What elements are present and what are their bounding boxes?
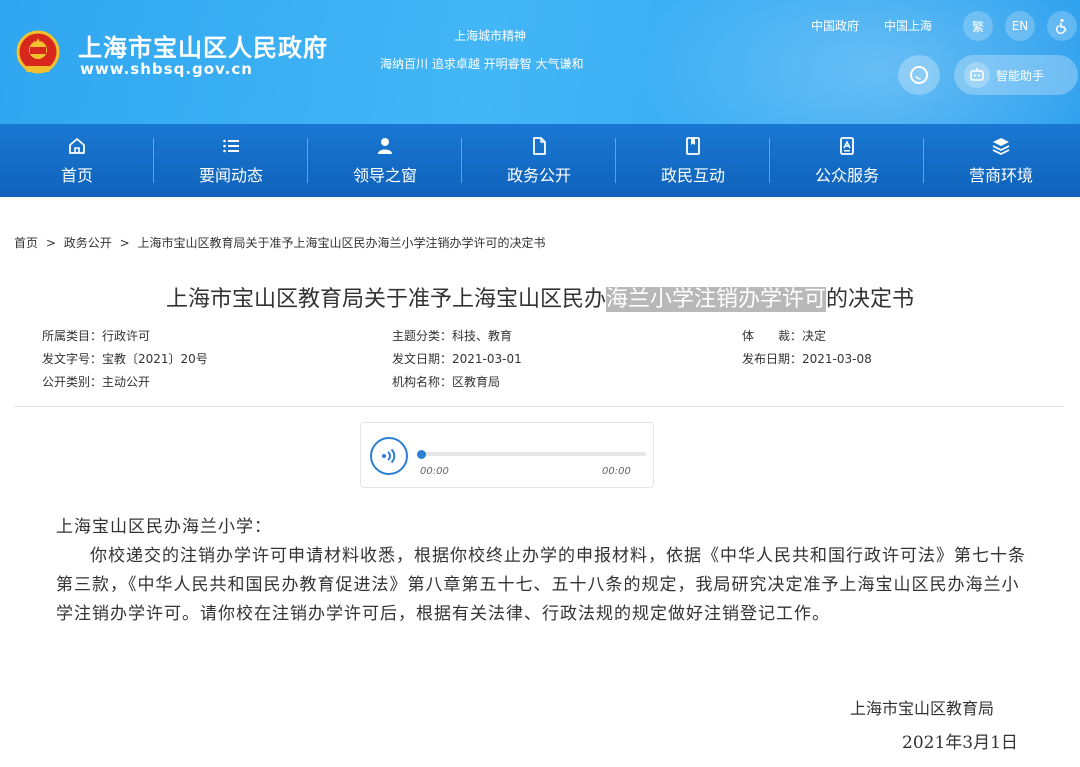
breadcrumb: 首页 > 政务公开 > 上海市宝山区教育局关于准予上海宝山区民办海兰小学注销办学… [14, 234, 549, 251]
layers-icon [992, 137, 1010, 155]
audio-progress-handle[interactable] [417, 450, 426, 459]
accessibility-icon [1055, 18, 1067, 34]
divider [14, 406, 1064, 407]
nav-item-home[interactable]: 首页 [0, 124, 154, 197]
nav-label: 公众服务 [814, 165, 879, 185]
breadcrumb-sep: > [119, 236, 130, 250]
meta-category: 所属类目：行政许可 [42, 329, 151, 343]
traditional-chinese-button[interactable]: 繁 [963, 11, 993, 41]
sound-wave-icon [382, 448, 396, 464]
breadcrumb-home[interactable]: 首页 [14, 236, 38, 250]
smart-assistant-label: 智能助手 [996, 68, 1045, 83]
breadcrumb-current: 上海市宝山区教育局关于准予上海宝山区民办海兰小学注销办学许可的决定书 [137, 236, 546, 250]
link-shanghai-gov[interactable]: 中国上海 [884, 17, 932, 34]
meta-topic: 主题分类：科技、教育 [392, 329, 513, 343]
title-part: 上海市宝山区教育局关于准予上海宝山区民办 [165, 287, 606, 312]
document-icon [533, 136, 546, 155]
meta-doc-no: 发文字号：宝教〔2021〕20号 [42, 352, 208, 366]
meta-open-type: 公开类别：主动公开 [42, 375, 151, 389]
national-emblem-icon [16, 30, 60, 74]
nav-item-news[interactable]: 要闻动态 [154, 124, 308, 197]
accessibility-button[interactable] [1047, 11, 1077, 41]
audio-total-time: 00:00 [602, 466, 631, 477]
title-part: 的决定书 [826, 287, 915, 312]
title-highlight: 海兰小学注销办学许可 [605, 287, 826, 312]
nav-item-business[interactable]: 营商环境 [924, 124, 1078, 197]
meta-issue-date: 发文日期：2021-03-01 [392, 352, 522, 366]
nav-label: 营商环境 [968, 165, 1033, 185]
signature-agency: 上海市宝山区教育局 [850, 699, 995, 718]
nav-item-leaders[interactable]: 领导之窗 [308, 124, 462, 197]
audio-play-button[interactable] [370, 437, 408, 475]
nav-item-public-service[interactable]: 公众服务 [770, 124, 924, 197]
site-name[interactable]: 上海市宝山区人民政府 [78, 28, 328, 63]
home-icon [69, 137, 85, 154]
nav-item-gov-affairs[interactable]: 政务公开 [462, 124, 616, 197]
meta-agency: 机构名称：区教育局 [392, 375, 501, 389]
audio-current-time: 00:00 [420, 466, 449, 477]
document-body: 上海宝山区民办海兰小学： 你校递交的注销办学许可申请材料收悉，根据你校终止办学的… [56, 513, 1031, 629]
breadcrumb-sep: > [45, 236, 56, 250]
city-spirit-title: 上海城市精神 [454, 29, 527, 43]
english-button[interactable]: EN [1005, 11, 1035, 41]
body-paragraph: 你校递交的注销办学许可申请材料收悉，根据你校终止办学的申报材料，依据《中华人民共… [56, 546, 1026, 624]
city-spirit-text: 海纳百川 追求卓越 开明睿智 大气谦和 [380, 57, 584, 71]
meta-genre: 体 裁：决定 [742, 329, 827, 343]
nav-item-interaction[interactable]: 政民互动 [616, 124, 770, 197]
nav-label: 政务公开 [506, 165, 571, 185]
page-title: 上海市宝山区教育局关于准予上海宝山区民办海兰小学注销办学许可的决定书 [0, 281, 1080, 313]
site-header: 上海市宝山区人民政府 www.shbsq.gov.cn 上海城市精神 海纳百川 … [0, 0, 1080, 124]
search-icon [910, 66, 928, 84]
breadcrumb-gov-affairs[interactable]: 政务公开 [64, 236, 112, 250]
link-china-gov[interactable]: 中国政府 [811, 17, 859, 34]
audio-player: 00:00 00:00 [360, 422, 654, 488]
salutation: 上海宝山区民办海兰小学： [56, 517, 272, 537]
main-nav: 首页 要闻动态 领导之窗 政务公开 政民互动 公众服务 营商环境 [0, 124, 1080, 197]
nav-label: 要闻动态 [198, 165, 263, 185]
meta-publish-date: 发布日期：2021-03-08 [742, 352, 872, 366]
list-icon [223, 139, 239, 152]
signature-date: 2021年3月1日 [902, 733, 1018, 753]
service-icon [840, 136, 854, 155]
person-icon [378, 137, 392, 154]
nav-label: 政民互动 [660, 165, 725, 185]
smart-assistant-button[interactable]: 智能助手 [954, 55, 1078, 95]
nav-label: 首页 [60, 165, 93, 185]
bookmark-icon [686, 136, 700, 155]
audio-progress-track[interactable] [420, 452, 646, 456]
nav-label: 领导之窗 [352, 165, 417, 185]
robot-icon [964, 62, 990, 88]
site-url[interactable]: www.shbsq.gov.cn [80, 60, 253, 78]
search-button[interactable] [898, 55, 940, 95]
